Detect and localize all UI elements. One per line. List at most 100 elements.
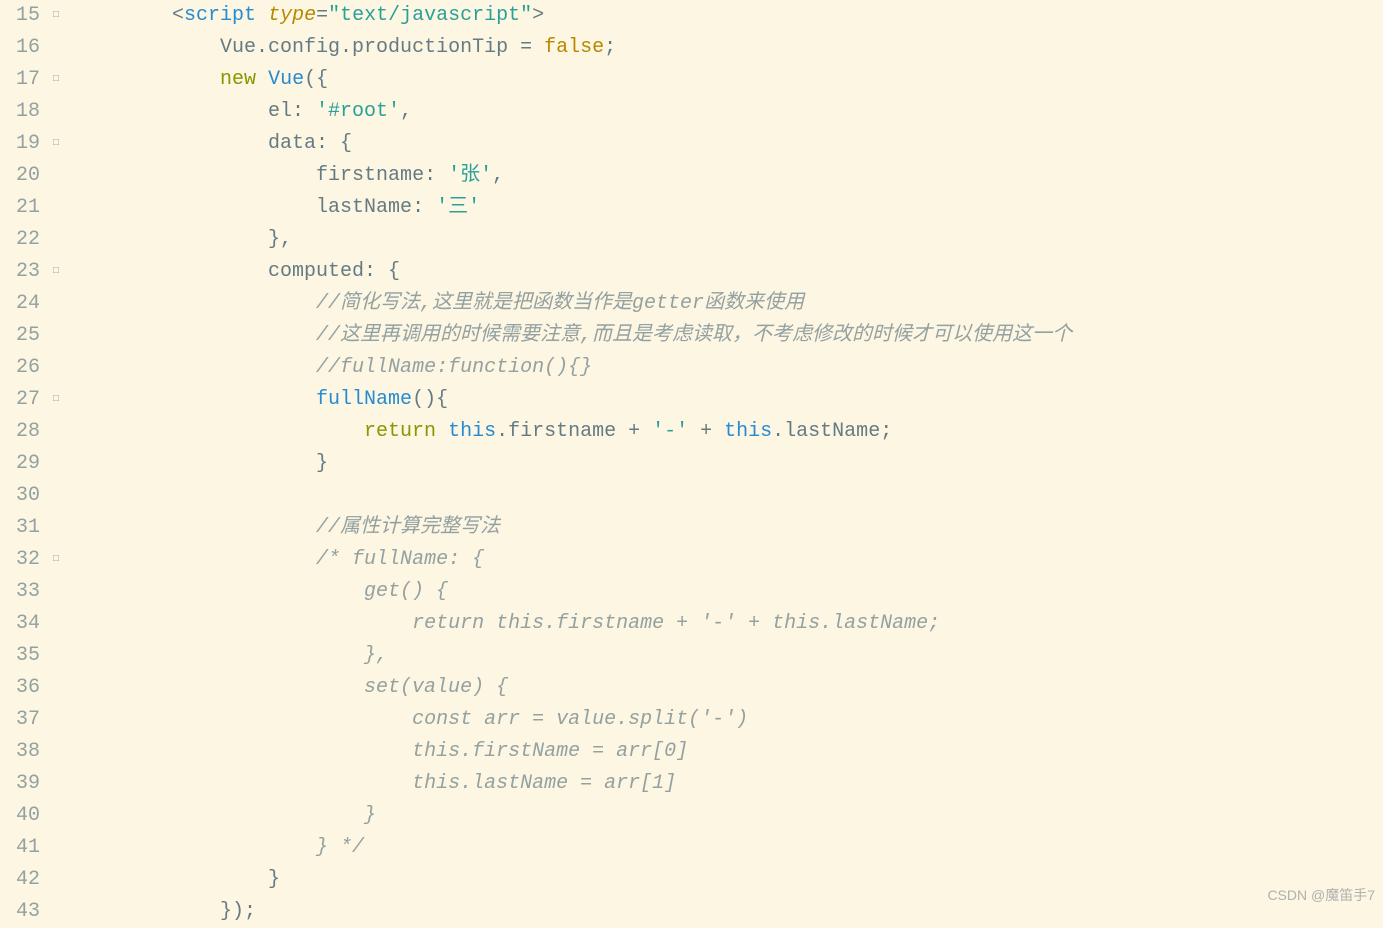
line-number[interactable]: 36 <box>0 672 40 704</box>
code-line[interactable]: const arr = value.split('-') <box>76 704 1383 736</box>
token: set(value) { <box>364 676 508 699</box>
code-line[interactable]: return this.firstname + '-' + this.lastN… <box>76 608 1383 640</box>
line-number[interactable]: 17 <box>0 64 40 96</box>
code-line[interactable]: <script type="text/javascript"> <box>76 0 1383 32</box>
line-number[interactable]: 29 <box>0 448 40 480</box>
fold-marker <box>48 608 64 640</box>
code-line[interactable]: } */ <box>76 832 1383 864</box>
code-line[interactable]: return this.firstname + '-' + this.lastN… <box>76 416 1383 448</box>
line-number[interactable]: 25 <box>0 320 40 352</box>
token: this <box>724 420 772 443</box>
code-line[interactable]: el: '#root', <box>76 96 1383 128</box>
code-line[interactable] <box>76 480 1383 512</box>
fold-marker <box>48 896 64 928</box>
code-line[interactable]: new Vue({ <box>76 64 1383 96</box>
code-line[interactable]: }); <box>76 896 1383 928</box>
line-number[interactable]: 34 <box>0 608 40 640</box>
line-number[interactable]: 20 <box>0 160 40 192</box>
line-number[interactable]: 43 <box>0 896 40 928</box>
fold-marker[interactable]: □ <box>48 64 64 96</box>
token: .lastName; <box>772 420 892 443</box>
fold-marker <box>48 576 64 608</box>
code-line[interactable]: } <box>76 800 1383 832</box>
code-line[interactable]: this.lastName = arr[1] <box>76 768 1383 800</box>
line-number[interactable]: 37 <box>0 704 40 736</box>
token: > <box>532 4 544 27</box>
line-number[interactable]: 31 <box>0 512 40 544</box>
token: , <box>400 100 412 123</box>
fold-marker <box>48 800 64 832</box>
fold-marker <box>48 224 64 256</box>
code-line[interactable]: lastName: '三' <box>76 192 1383 224</box>
code-line[interactable]: //fullName:function(){} <box>76 352 1383 384</box>
line-number[interactable]: 18 <box>0 96 40 128</box>
line-number[interactable]: 22 <box>0 224 40 256</box>
line-number[interactable]: 26 <box>0 352 40 384</box>
fold-column[interactable]: □ □ □ □ □ □ <box>48 0 64 915</box>
token <box>256 68 268 91</box>
token: firstname: <box>316 164 448 187</box>
line-number[interactable]: 16 <box>0 32 40 64</box>
code-line[interactable]: this.firstName = arr[0] <box>76 736 1383 768</box>
code-line[interactable]: }, <box>76 640 1383 672</box>
fold-marker <box>48 416 64 448</box>
code-line[interactable]: } <box>76 448 1383 480</box>
code-line[interactable]: //简化写法,这里就是把函数当作是getter函数来使用 <box>76 288 1383 320</box>
fold-marker <box>48 704 64 736</box>
fold-marker <box>48 864 64 896</box>
line-number[interactable]: 41 <box>0 832 40 864</box>
fold-marker[interactable]: □ <box>48 384 64 416</box>
token: } <box>364 804 376 827</box>
line-number[interactable]: 39 <box>0 768 40 800</box>
fold-marker[interactable]: □ <box>48 128 64 160</box>
fold-marker[interactable]: □ <box>48 0 64 32</box>
fold-marker <box>48 512 64 544</box>
token: + <box>688 420 724 443</box>
fold-marker[interactable]: □ <box>48 256 64 288</box>
code-line[interactable]: fullName(){ <box>76 384 1383 416</box>
token: '张' <box>448 164 492 187</box>
token: this <box>448 420 496 443</box>
fold-marker <box>48 288 64 320</box>
code-line[interactable]: }, <box>76 224 1383 256</box>
line-number[interactable]: 32 <box>0 544 40 576</box>
code-line[interactable]: set(value) { <box>76 672 1383 704</box>
token: lastName: <box>316 196 436 219</box>
token: Vue <box>268 68 304 91</box>
token: '-' <box>652 420 688 443</box>
code-line[interactable]: firstname: '张', <box>76 160 1383 192</box>
line-number[interactable]: 27 <box>0 384 40 416</box>
code-line[interactable]: get() { <box>76 576 1383 608</box>
token: }); <box>220 900 256 923</box>
line-number[interactable]: 21 <box>0 192 40 224</box>
code-line[interactable]: //这里再调用的时候需要注意,而且是考虑读取，不考虑修改的时候才可以使用这一个 <box>76 320 1383 352</box>
line-number[interactable]: 30 <box>0 480 40 512</box>
code-line[interactable]: data: { <box>76 128 1383 160</box>
fold-marker[interactable]: □ <box>48 544 64 576</box>
line-number[interactable]: 28 <box>0 416 40 448</box>
code-line[interactable]: computed: { <box>76 256 1383 288</box>
token: }, <box>364 644 388 667</box>
line-number[interactable]: 15 <box>0 0 40 32</box>
line-number[interactable]: 23 <box>0 256 40 288</box>
code-area[interactable]: <script type="text/javascript"> Vue.conf… <box>64 0 1383 915</box>
token: //fullName:function(){} <box>316 356 592 379</box>
code-line[interactable]: //属性计算完整写法 <box>76 512 1383 544</box>
token: this.firstName = arr[0] <box>412 740 688 763</box>
line-number[interactable]: 38 <box>0 736 40 768</box>
code-line[interactable]: Vue.config.productionTip = false; <box>76 32 1383 64</box>
token: return <box>364 420 436 443</box>
line-number[interactable]: 40 <box>0 800 40 832</box>
watermark: CSDN @魔笛手7 <box>1267 879 1375 911</box>
fold-marker <box>48 192 64 224</box>
line-number[interactable]: 19 <box>0 128 40 160</box>
line-number[interactable]: 33 <box>0 576 40 608</box>
code-line[interactable]: } <box>76 864 1383 896</box>
token: data: { <box>268 132 352 155</box>
line-number[interactable]: 35 <box>0 640 40 672</box>
code-line[interactable]: /* fullName: { <box>76 544 1383 576</box>
token: this.lastName = arr[1] <box>412 772 676 795</box>
line-number-gutter[interactable]: 1516171819202122232425262728293031323334… <box>0 0 48 915</box>
line-number[interactable]: 24 <box>0 288 40 320</box>
line-number[interactable]: 42 <box>0 864 40 896</box>
